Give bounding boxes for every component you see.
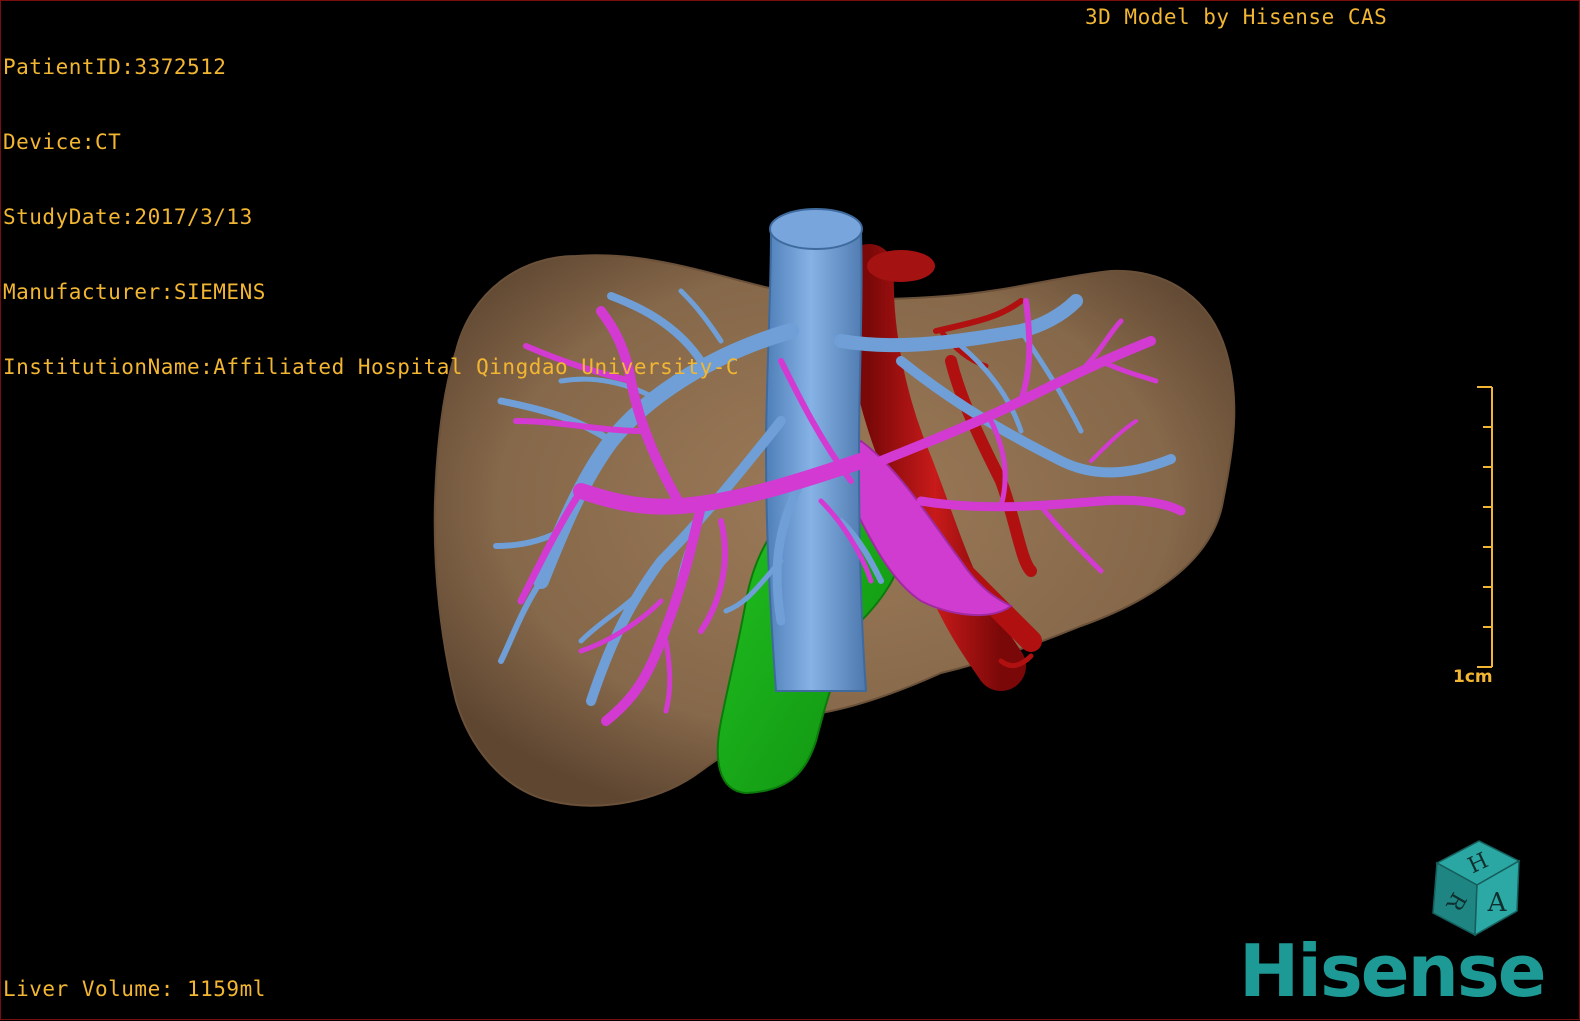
patient-id: PatientID:3372512 [3, 55, 227, 79]
scale-label: 1cm [1453, 667, 1493, 687]
model-credit: 3D Model by Hisense CAS [1085, 5, 1388, 29]
institution-name: InstitutionName:Affiliated Hospital Qing… [3, 355, 740, 379]
scale-bar [1477, 386, 1493, 668]
3d-viewport[interactable]: PatientID:3372512 Device:CT StudyDate:20… [0, 0, 1580, 1020]
device: Device:CT [3, 130, 122, 154]
dicom-info: PatientID:3372512 Device:CT StudyDate:20… [3, 5, 739, 430]
cube-label-a: A [1487, 888, 1508, 918]
study-date: StudyDate:2017/3/13 [3, 205, 253, 229]
liver-volume: Liver Volume: 1159ml [3, 977, 266, 1001]
manufacturer: Manufacturer:SIEMENS [3, 280, 266, 304]
hisense-logo: Hisense [1239, 929, 1547, 1013]
